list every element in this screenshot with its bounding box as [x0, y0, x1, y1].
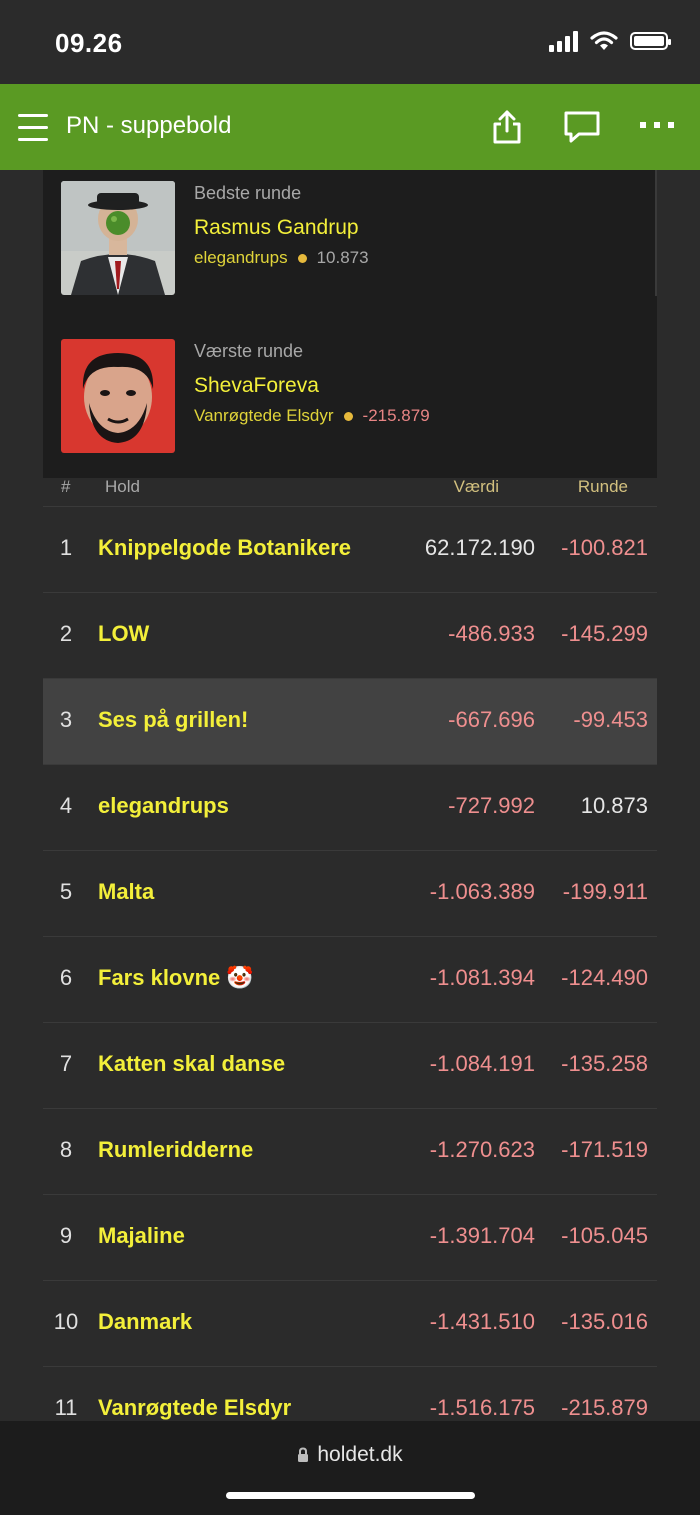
row-rank: 5	[59, 879, 73, 904]
row-value: -1.063.389	[429, 879, 535, 904]
row-rank: 1	[59, 535, 73, 560]
row-rank: 9	[59, 1223, 73, 1248]
row-value: 62.172.190	[424, 535, 535, 560]
row-rank: 11	[54, 1395, 78, 1420]
worst-round-manager[interactable]: ShevaForeva	[194, 374, 319, 398]
row-rank: 10	[53, 1309, 79, 1334]
battery-icon	[630, 32, 671, 50]
row-team[interactable]: elegandrups	[98, 793, 229, 819]
avatar	[61, 181, 175, 295]
round-highlights: Bedste runde Rasmus Gandrup elegandrups …	[43, 170, 657, 478]
table-row[interactable]: 5 Malta -1.063.389 -199.911	[43, 851, 657, 937]
row-round: -135.016	[561, 1309, 648, 1334]
row-team[interactable]: Vanrøgtede Elsdyr	[98, 1395, 291, 1421]
best-round-team[interactable]: elegandrups	[194, 248, 288, 268]
url-text: holdet.dk	[317, 1443, 403, 1466]
avatar	[61, 339, 175, 453]
table-row[interactable]: 8 Rumleridderne -1.270.623 -171.519	[43, 1109, 657, 1195]
standings-header: # Hold Værdi Runde	[43, 470, 657, 507]
more-options-icon[interactable]	[640, 120, 674, 130]
lock-icon	[298, 1447, 309, 1463]
row-round: -100.821	[561, 535, 648, 560]
table-row[interactable]: 2 LOW -486.933 -145.299	[43, 593, 657, 679]
row-rank: 2	[59, 621, 73, 646]
wifi-icon	[590, 31, 618, 50]
row-value: -1.084.191	[429, 1051, 535, 1076]
standings-table: 1 Knippelgode Botanikere 62.172.190 -100…	[43, 507, 657, 1453]
worst-round-points: -215.879	[362, 406, 430, 425]
column-value[interactable]: Værdi	[454, 477, 499, 497]
row-value: -1.081.394	[429, 965, 535, 990]
status-time: 09.26	[55, 28, 123, 58]
row-value: -1.391.704	[429, 1223, 535, 1248]
points-dot-icon	[343, 411, 353, 421]
column-round[interactable]: Runde	[578, 477, 628, 497]
row-value: -486.933	[448, 621, 535, 646]
chat-icon[interactable]	[563, 110, 601, 144]
row-round: -124.490	[561, 965, 648, 990]
row-round: -171.519	[561, 1137, 648, 1162]
row-team[interactable]: Katten skal danse	[98, 1051, 285, 1077]
status-bar: 09.26	[0, 0, 700, 84]
worst-round-label: Værste runde	[194, 341, 304, 361]
column-team[interactable]: Hold	[105, 477, 140, 497]
share-icon[interactable]	[492, 110, 522, 144]
home-indicator[interactable]	[226, 1492, 475, 1499]
row-value: -1.516.175	[429, 1395, 535, 1420]
table-row[interactable]: 4 elegandrups -727.992 10.873	[43, 765, 657, 851]
row-team[interactable]: Malta	[98, 879, 154, 905]
points-dot-icon	[297, 253, 307, 263]
worst-round[interactable]: Værste runde ShevaForeva Vanrøgtede Elsd…	[43, 328, 657, 468]
row-team[interactable]: Knippelgode Botanikere	[98, 535, 351, 561]
page-title: PN - suppebold	[66, 112, 232, 139]
worst-round-meta: Vanrøgtede Elsdyr -215.879	[194, 406, 430, 426]
best-round-manager[interactable]: Rasmus Gandrup	[194, 216, 359, 240]
row-round: 10.873	[580, 793, 648, 818]
row-value: -1.431.510	[429, 1309, 535, 1334]
row-round: -215.879	[561, 1395, 648, 1420]
table-row[interactable]: 1 Knippelgode Botanikere 62.172.190 -100…	[43, 507, 657, 593]
row-team[interactable]: Majaline	[98, 1223, 185, 1249]
row-rank: 4	[59, 793, 73, 818]
row-rank: 6	[59, 965, 73, 990]
best-round-points: 10.873	[316, 248, 369, 267]
best-round-meta: elegandrups 10.873	[194, 248, 369, 268]
row-team[interactable]: Ses på grillen!	[98, 707, 248, 733]
best-round-label: Bedste runde	[194, 183, 302, 203]
best-round[interactable]: Bedste runde Rasmus Gandrup elegandrups …	[43, 170, 657, 296]
hamburger-menu-icon[interactable]	[18, 112, 48, 142]
row-round: -105.045	[561, 1223, 648, 1248]
column-rank[interactable]: #	[61, 477, 70, 497]
row-value: -667.696	[448, 707, 535, 732]
url-bar[interactable]: holdet.dk	[0, 1443, 700, 1467]
table-row[interactable]: 6 Fars klovne 🤡 -1.081.394 -124.490	[43, 937, 657, 1023]
row-rank: 8	[59, 1137, 73, 1162]
table-row[interactable]: 10 Danmark -1.431.510 -135.016	[43, 1281, 657, 1367]
row-rank: 3	[59, 707, 73, 732]
row-team[interactable]: Rumleridderne	[98, 1137, 253, 1163]
row-round: -99.453	[573, 707, 648, 732]
browser-toolbar: holdet.dk	[0, 1421, 700, 1515]
row-value: -727.992	[448, 793, 535, 818]
table-row[interactable]: 9 Majaline -1.391.704 -105.045	[43, 1195, 657, 1281]
row-team[interactable]: Fars klovne 🤡	[98, 965, 254, 991]
table-row-current-team[interactable]: 3 Ses på grillen! -667.696 -99.453	[43, 679, 657, 765]
status-icons	[549, 30, 671, 52]
row-round: -199.911	[562, 879, 648, 904]
row-team[interactable]: Danmark	[98, 1309, 192, 1335]
table-row[interactable]: 7 Katten skal danse -1.084.191 -135.258	[43, 1023, 657, 1109]
app-header: PN - suppebold	[0, 84, 700, 170]
row-value: -1.270.623	[429, 1137, 535, 1162]
row-round: -145.299	[561, 621, 648, 646]
worst-round-team[interactable]: Vanrøgtede Elsdyr	[194, 406, 334, 426]
row-rank: 7	[59, 1051, 73, 1076]
cellular-signal-icon	[549, 30, 578, 52]
row-round: -135.258	[561, 1051, 648, 1076]
row-team[interactable]: LOW	[98, 621, 149, 647]
